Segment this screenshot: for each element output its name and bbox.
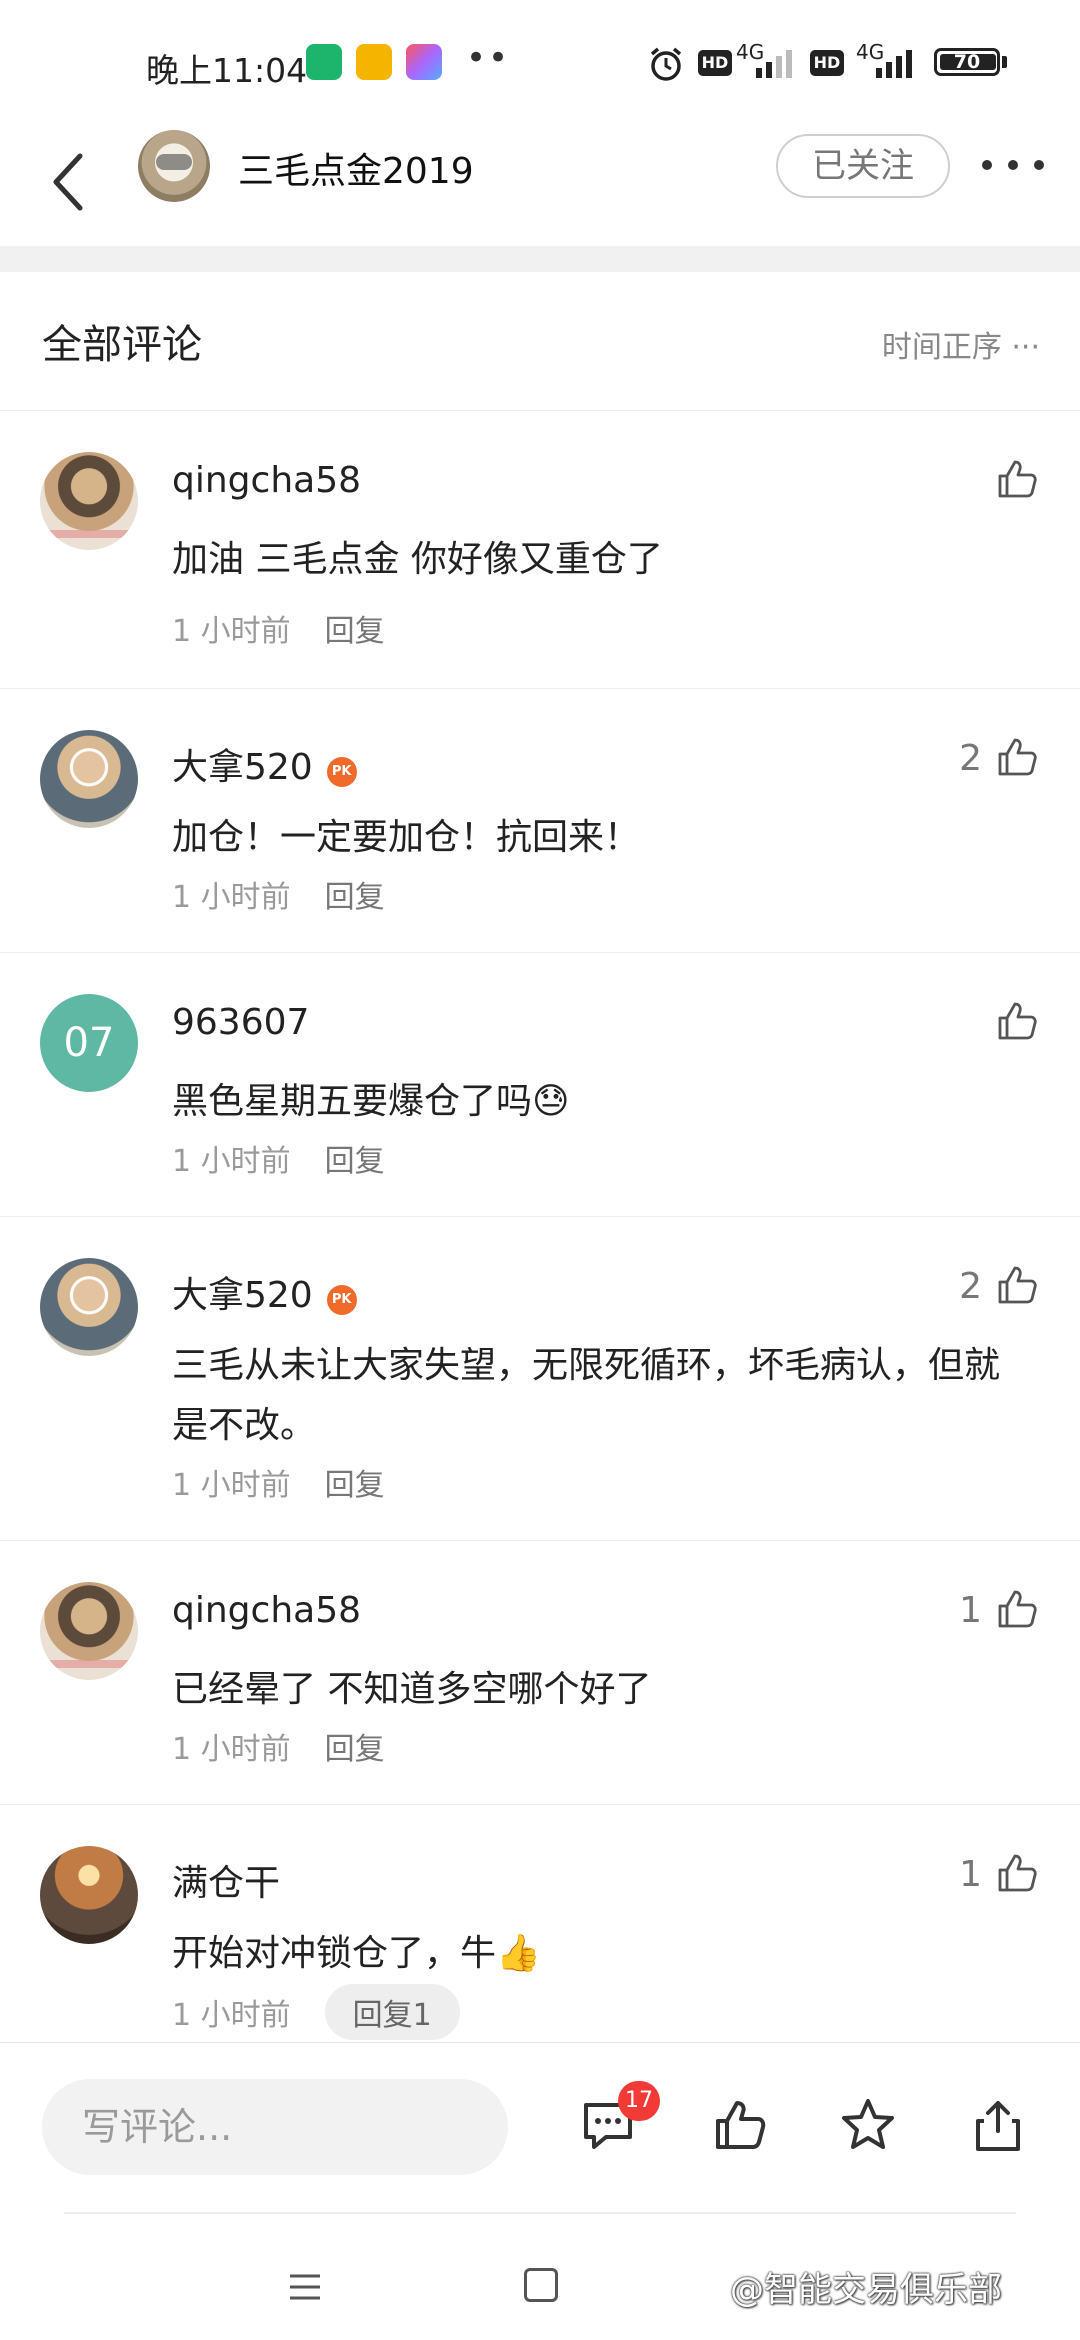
battery-icon: 70 — [934, 48, 1000, 76]
reply-button[interactable]: 回复 — [325, 614, 385, 649]
comment-time: 1 小时前 — [172, 1468, 291, 1503]
comment-username[interactable]: 963607 — [172, 1002, 309, 1043]
thumbs-up-icon[interactable] — [994, 1586, 1040, 1632]
reply-button[interactable]: 回复 — [325, 1144, 385, 1179]
comment-item: 大拿520 PK 2 三毛从未让大家失望，无限死循环，坏毛病认，但就是不改。 1 … — [0, 1216, 1080, 1541]
comment-username[interactable]: qingcha58 — [172, 1590, 361, 1631]
comment-meta: 1 小时前 回复 — [172, 1724, 385, 1768]
signal-icon-2 — [876, 50, 912, 78]
menu-icon[interactable] — [288, 2272, 322, 2302]
section-divider — [0, 246, 1080, 272]
pk-badge-icon: PK — [326, 757, 357, 787]
comment-meta: 1 小时前 回复 — [172, 872, 385, 916]
reply-count-button[interactable]: 回复1 — [324, 1984, 460, 2040]
watermark: @智能交易俱乐部 — [730, 2270, 1002, 2310]
author-avatar[interactable] — [138, 130, 210, 202]
comment-text: 加仓！一定要加仓！抗回来！ — [172, 817, 641, 858]
user-avatar[interactable] — [40, 452, 138, 550]
like-count: 2 — [959, 1266, 982, 1307]
thumbs-up-icon[interactable] — [994, 456, 1040, 502]
comment-item: qingcha58 1 已经晕了 不知道多空哪个好了 1 小时前 回复 — [0, 1540, 1080, 1805]
alarm-icon — [650, 47, 682, 81]
comment-username-row: 大拿520 PK — [172, 1266, 357, 1318]
reply-button[interactable]: 回复 — [325, 880, 385, 915]
comment-meta: 1 小时前 回复 — [172, 606, 385, 650]
thumbs-up-icon[interactable] — [994, 998, 1040, 1044]
battery-cap — [1002, 56, 1007, 68]
status-bar: 晚上11:04 •• HD 4G HD 4G 70 — [0, 0, 1080, 120]
hd-icon-2: HD — [810, 50, 844, 76]
status-time: 晚上11:04 — [146, 51, 308, 90]
comment-item: qingcha58 加油 三毛点金 你好像又重仓了 1 小时前 回复 — [0, 410, 1080, 689]
more-options-icon[interactable] — [978, 144, 1048, 184]
comment-count-badge: 17 — [618, 2081, 660, 2121]
comment-time: 1 小时前 — [172, 880, 291, 915]
hd-icon: HD — [698, 50, 732, 76]
battery-level: 70 — [953, 51, 981, 73]
comment-time: 1 小时前 — [172, 614, 291, 649]
system-nav-bar: @智能交易俱乐部 — [0, 2212, 1080, 2340]
like-count: 1 — [959, 1590, 982, 1631]
nav-divider — [64, 2212, 1016, 2214]
signal-icon-1 — [756, 50, 792, 78]
comment-meta: 1 小时前 回复 — [172, 1460, 385, 1504]
like-post-icon[interactable] — [710, 2095, 770, 2155]
comments-title: 全部评论 — [42, 322, 202, 368]
pk-badge-icon: PK — [326, 1285, 357, 1315]
like-count: 1 — [959, 1854, 982, 1895]
author-name[interactable]: 三毛点金2019 — [238, 142, 474, 194]
thumbs-up-icon[interactable] — [994, 1262, 1040, 1308]
comment-username-row: 大拿520 PK — [172, 738, 357, 790]
top-bar: 三毛点金2019 已关注 — [0, 120, 1080, 246]
more-notifications-icon: •• — [466, 38, 511, 78]
gallery-app-icon — [406, 44, 442, 80]
comment-text: 黑色星期五要爆仓了吗😓 — [172, 1081, 570, 1122]
user-avatar[interactable] — [40, 1582, 138, 1680]
comment-item: 大拿520 PK 2 加仓！一定要加仓！抗回来！ 1 小时前 回复 — [0, 688, 1080, 953]
thumbs-up-icon[interactable] — [994, 1850, 1040, 1896]
shield-app-icon — [306, 44, 342, 80]
bottom-action-bar: 写评论... 17 — [0, 2042, 1080, 2213]
comment-username[interactable]: 满仓干 — [172, 1854, 280, 1906]
comment-username[interactable]: 大拿520 — [172, 1275, 313, 1316]
cloud-app-icon — [356, 44, 392, 80]
comment-username[interactable]: qingcha58 — [172, 460, 361, 501]
comment-item: 满仓干 1 开始对冲锁仓了，牛👍 1 小时前 回复1 — [0, 1804, 1080, 2042]
home-icon[interactable] — [524, 2268, 558, 2302]
share-icon[interactable] — [968, 2095, 1028, 2155]
follow-button[interactable]: 已关注 — [776, 134, 950, 198]
write-comment-input[interactable]: 写评论... — [42, 2079, 508, 2175]
reply-button[interactable]: 回复 — [325, 1468, 385, 1503]
comment-item: 07 963607 黑色星期五要爆仓了吗😓 1 小时前 回复 — [0, 952, 1080, 1217]
reply-button[interactable]: 回复 — [325, 1732, 385, 1767]
comment-text: 开始对冲锁仓了，牛👍 — [172, 1933, 541, 1974]
comments-header: 全部评论 时间正序 ··· — [0, 272, 1080, 411]
like-count: 2 — [959, 738, 982, 779]
comment-time: 1 小时前 — [172, 1732, 291, 1767]
comment-time: 1 小时前 — [172, 1144, 291, 1179]
comment-meta: 1 小时前 回复1 — [172, 1984, 460, 2040]
comment-text: 三毛从未让大家失望，无限死循环，坏毛病认，但就是不改。 — [172, 1345, 1001, 1446]
user-avatar[interactable] — [40, 730, 138, 828]
back-icon[interactable] — [40, 142, 104, 222]
thumbs-up-icon[interactable] — [994, 734, 1040, 780]
comment-text: 加油 三毛点金 你好像又重仓了 — [172, 539, 663, 580]
star-favorite-icon[interactable] — [838, 2095, 898, 2155]
comment-username[interactable]: 大拿520 — [172, 747, 313, 788]
sort-order-button[interactable]: 时间正序 ··· — [882, 322, 1040, 366]
comment-text: 已经晕了 不知道多空哪个好了 — [172, 1669, 652, 1710]
user-avatar[interactable]: 07 — [40, 994, 138, 1092]
comment-meta: 1 小时前 回复 — [172, 1136, 385, 1180]
comment-time: 1 小时前 — [172, 1998, 291, 2033]
user-avatar[interactable] — [40, 1258, 138, 1356]
user-avatar[interactable] — [40, 1846, 138, 1944]
